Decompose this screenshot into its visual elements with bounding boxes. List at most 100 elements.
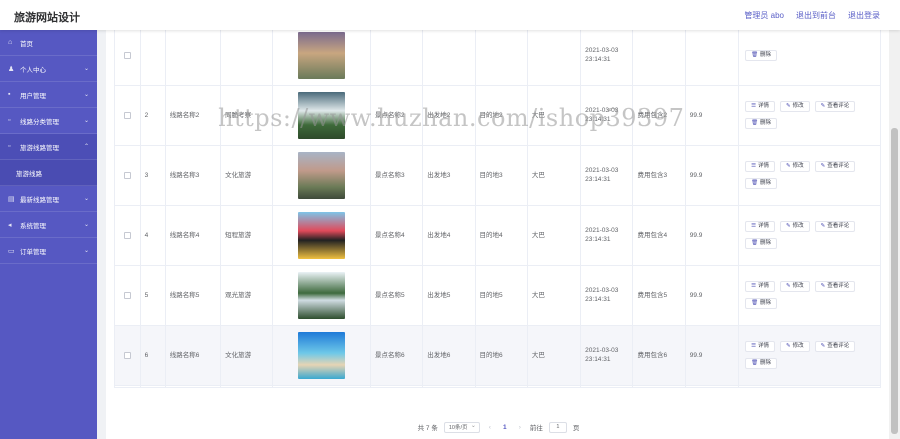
delete-label: 删除	[760, 240, 772, 246]
spot-cell: 景点名称5	[370, 265, 424, 326]
vehicle-cell: 大巴	[527, 205, 582, 266]
detail-icon: ☰	[751, 283, 756, 289]
route-image	[298, 151, 346, 199]
review-label: 查看评论	[827, 223, 850, 229]
table-row: 6 线路名称6 文化旅游 景点名称6 出发地6 目的地6 大巴 2021-03-03 23:14…	[115, 325, 880, 386]
spot-cell: 景点名称4	[370, 205, 424, 266]
review-button[interactable]: ✎ 查看评论	[814, 161, 856, 172]
image-cell	[272, 385, 371, 387]
route-icon: ▫	[8, 143, 11, 150]
review-button[interactable]: ✎ 查看评论	[814, 221, 856, 232]
datetime-cell: 2021-03-03 23:14:31	[580, 85, 634, 146]
row-checkbox[interactable]	[123, 291, 131, 299]
review-button[interactable]: ✎ 查看评论	[814, 341, 856, 352]
edit-label: 修改	[792, 103, 804, 109]
comment-icon: ✎	[820, 163, 826, 169]
chevron-down-icon: ⌄	[83, 222, 89, 228]
review-button[interactable]: ✎ 查看评论	[814, 281, 856, 292]
sidebar-item-label: 首页	[20, 40, 33, 48]
edit-button[interactable]: ✎ 修改	[780, 281, 810, 292]
datetime-cell: 2021-03-03 23:14:31	[580, 30, 634, 86]
detail-button[interactable]: ☰ 详情	[745, 161, 776, 172]
detail-button[interactable]: ☰ 详情	[745, 341, 776, 352]
delete-button[interactable]: 🗑 删除	[745, 178, 778, 189]
image-cell	[272, 325, 371, 386]
sidebar-item-system[interactable]: ◂ 系统管理 ⌄	[0, 212, 97, 238]
route-type-cell: 文化旅游	[220, 145, 274, 206]
comment-icon: ✎	[820, 343, 826, 349]
date-text: 2021-03-03	[585, 227, 619, 234]
row-checkbox[interactable]	[123, 111, 131, 119]
delete-button[interactable]: 🗑 删除	[745, 49, 778, 61]
page-number[interactable]: 1	[500, 424, 510, 431]
row-checkbox[interactable]	[123, 231, 131, 239]
scrollbar-thumb[interactable]	[891, 128, 898, 434]
prev-page-icon[interactable]: ‹	[486, 424, 494, 431]
image-cell	[272, 85, 371, 146]
detail-icon: ☰	[751, 103, 756, 109]
image-cell	[272, 30, 371, 86]
edit-button[interactable]: ✎ 修改	[780, 101, 810, 112]
delete-label: 删除	[760, 360, 772, 366]
row-checkbox[interactable]	[123, 351, 131, 359]
logout-link[interactable]: 退出登录	[848, 10, 880, 21]
row-checkbox[interactable]	[123, 171, 131, 179]
sidebar-item-tour-routes[interactable]: ▫ 旅游线路管理 ⌃	[0, 134, 97, 160]
table-row: 2 线路名称2 同脆考察 景点名称2 出发地2 目的地2 大巴 2021-03-03 23:14…	[115, 85, 880, 146]
delete-button[interactable]: 🗑 删除	[745, 238, 778, 249]
edit-label: 修改	[792, 343, 804, 349]
detail-button[interactable]: ☰ 详情	[745, 101, 776, 112]
sidebar-item-latest-routes[interactable]: ▤ 最新线路管理 ⌄	[0, 186, 97, 212]
edit-button[interactable]: ✎ 修改	[780, 221, 810, 232]
trash-icon: 🗑	[751, 180, 759, 186]
trash-icon: 🗑	[751, 300, 759, 306]
delete-button[interactable]: 🗑 删除	[745, 298, 778, 309]
detail-button[interactable]: ☰ 详情	[745, 281, 776, 292]
edit-button[interactable]: ✎ 修改	[780, 341, 810, 352]
index-cell: 3	[140, 145, 166, 206]
sidebar-item-home[interactable]: ⌂ 首页	[0, 30, 97, 56]
select-cell	[115, 385, 141, 387]
fee-cell: 费用包含4	[632, 205, 686, 266]
price-cell	[685, 30, 740, 86]
row-checkbox[interactable]	[123, 51, 131, 59]
route-image	[298, 31, 346, 79]
index-cell: 5	[140, 265, 166, 326]
detail-button[interactable]: ☰ 详情	[745, 221, 776, 232]
vehicle-cell: 飞机	[527, 385, 582, 387]
sidebar-subitem-tour-route[interactable]: 旅游线路	[0, 160, 97, 186]
current-user-link[interactable]: 管理员 abo	[744, 10, 784, 21]
departure-cell	[422, 30, 476, 86]
edit-label: 修改	[792, 163, 804, 169]
actions-cell: ☰详情✎修改✎查看评论🗑删除	[738, 325, 880, 386]
next-page-icon[interactable]: ›	[516, 424, 524, 431]
fee-cell: 费用包含6	[632, 325, 686, 386]
route-name-cell: 线路名称6	[165, 325, 222, 386]
main-content: 2021-03-03 23:14:31 🗑 删除 2 线路名称2 同脆考察 景点名称2 出发地2…	[97, 30, 900, 439]
row-actions: ☰ 详情 ✎ 修改 ✎ 查看评论 🗑 删除	[743, 281, 877, 309]
row-actions: ☰ 详情 ✎ 修改 ✎ 查看评论 🗑 删除	[743, 161, 877, 189]
sidebar-item-profile[interactable]: ♟ 个人中心 ⌄	[0, 56, 97, 82]
date-text: 2021-03-03	[585, 167, 619, 174]
destination-cell	[475, 30, 528, 86]
delete-button[interactable]: 🗑 删除	[745, 358, 778, 369]
sidebar-item-label: 线路分类管理	[20, 118, 59, 126]
delete-button[interactable]: 🗑 删除	[745, 118, 778, 129]
departure-cell: 出发地6	[422, 325, 476, 386]
page-size-select[interactable]: 10条/页	[443, 421, 480, 433]
sidebar-item-orders[interactable]: ▭ 订单管理 ⌄	[0, 238, 97, 264]
goto-page-input[interactable]: 1	[548, 421, 567, 433]
sidebar-item-users[interactable]: ▪ 用户管理 ⌄	[0, 82, 97, 108]
route-type-cell: 观光旅游	[220, 265, 274, 326]
date-text: 2021-03-03	[585, 287, 619, 294]
destination-cell: 云南	[475, 385, 528, 387]
sidebar-item-route-category[interactable]: ▫ 线路分类管理 ⌄	[0, 108, 97, 134]
back-to-site-link[interactable]: 退出到前台	[796, 10, 836, 21]
departure-cell: 广州	[422, 385, 476, 387]
review-button[interactable]: ✎ 查看评论	[814, 101, 856, 112]
detail-label: 详情	[758, 283, 770, 289]
spot-cell: 丽江古城，玉龙雪山，苍山洱海	[370, 385, 424, 387]
comment-icon: ✎	[820, 283, 826, 289]
goto-label: 前往	[529, 425, 543, 432]
edit-button[interactable]: ✎ 修改	[780, 161, 810, 172]
